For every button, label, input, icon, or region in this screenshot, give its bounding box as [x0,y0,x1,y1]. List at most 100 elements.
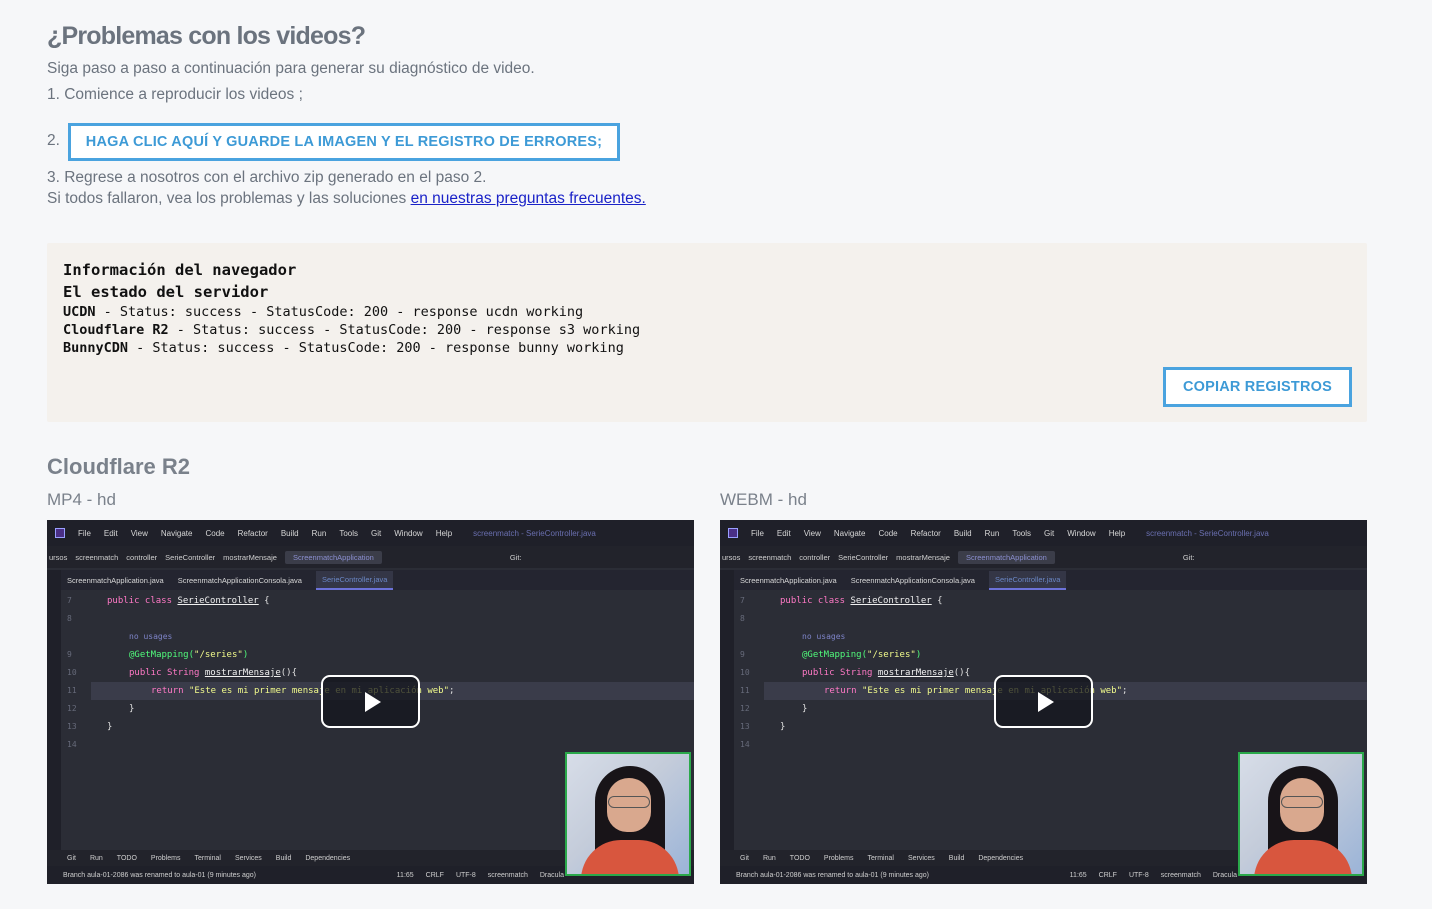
ide-tool-tab: Run [762,854,776,862]
ide-menu-item: Code [878,528,898,538]
ide-toolbar: ursos screenmatch controller SerieControlle… [720,546,1367,568]
browser-info-heading: Información del navegador [63,261,297,279]
ide-line-number: 7 [740,596,745,605]
ide-status-right: 11:65 CRLF UTF-8 screenmatch Dracula [1070,872,1237,879]
ide-tool-tab: Build [948,854,965,862]
ide-git-label: Git: [509,552,522,562]
ide-status-right: 11:65 CRLF UTF-8 screenmatch Dracula [397,872,564,879]
ide-status-message: Branch aula-01-2086 was renamed to aula-… [736,871,930,879]
server-status-heading: El estado del servidor [63,283,269,301]
intellij-logo-icon [728,528,738,538]
ide-file-tab: ScreenmatchApplicationConsola.java [177,575,302,585]
ide-line-number: 13 [67,722,77,731]
ide-git-label: Git: [1182,552,1195,562]
ide-menu-item: Git [371,528,382,538]
ide-menu-item: Edit [103,528,118,538]
ide-breadcrumb-item: controller [126,552,158,562]
video-player-mp4[interactable]: File Edit View Navigate Code Refactor Build Run… [47,520,694,884]
ide-menu-item: Code [205,528,225,538]
browser-info-panel: Información del navegador El estado del … [47,243,1367,422]
ide-line-number: 7 [67,596,72,605]
ide-tool-tab: Build [275,854,292,862]
ide-menu-item: View [130,528,148,538]
server-status: - Status: success - StatusCode: 200 - re… [95,304,584,320]
ide-breadcrumb-item: ursos [722,552,741,562]
ide-tool-tab: TODO [789,854,810,862]
ide-tool-tab: Dependencies [305,854,351,862]
ide-breadcrumb-item: ursos [49,552,68,562]
ide-line-number: 8 [67,614,72,623]
server-name: BunnyCDN [63,340,129,356]
ide-line-numbers: 7 8 9 10 11 12 13 14 [61,592,91,850]
ide-line-number: 13 [740,722,750,731]
cdn-section-title: Cloudflare R2 [47,454,191,479]
faq-link[interactable]: en nuestras preguntas frecuentes. [411,190,646,207]
ide-line-number [734,628,764,646]
server-status-row: Cloudflare R2 - Status: success - Status… [63,322,640,338]
ide-status-item: CRLF [425,871,444,879]
ide-status-item: Dracula [1212,871,1237,879]
ide-editor-tabs: ScreenmatchApplication.java ScreenmatchAp… [734,570,1367,590]
ide-line-number [61,628,91,646]
server-name: UCDN [63,304,96,320]
play-button[interactable] [321,675,420,728]
instructor-webcam [565,752,691,876]
ide-line-number: 10 [67,668,77,677]
ide-status-item: screenmatch [487,871,528,879]
intro-text: Siga paso a paso a continuación para gen… [47,60,535,77]
server-status: - Status: success - StatusCode: 200 - re… [168,322,641,338]
ide-side-panel [47,570,61,850]
ide-status-item: UTF-8 [455,871,476,879]
step-1-text: 1. Comience a reproducir los videos ; [47,86,303,103]
video-player-webm[interactable]: File Edit View Navigate Code Refactor Build Run… [720,520,1367,884]
ide-tool-tab: Terminal [194,854,221,862]
ide-tool-tab: Git [740,854,749,862]
ide-tool-tab: Problems [150,854,181,862]
ide-line-number: 8 [740,614,745,623]
video-label-mp4: MP4 - hd [47,490,116,509]
page-title: ¿Problemas con los videos? [47,22,366,50]
ide-tool-tab: Terminal [867,854,894,862]
ide-window-title: screenmatch - SerieController.java [473,528,596,538]
step-2-number: 2. [47,132,60,149]
ide-menu-item: Navigate [160,528,193,538]
ide-line-numbers: 7 8 9 10 11 12 13 14 [734,592,764,850]
ide-line-number: 11 [740,686,750,695]
ide-menu-item: Tools [1012,528,1031,538]
ide-menu-item: Build [280,528,299,538]
ide-breadcrumb-item: controller [799,552,831,562]
ide-run-config: ScreenmatchApplication [284,550,382,564]
server-status-row: BunnyCDN - Status: success - StatusCode:… [63,340,624,356]
copy-logs-button[interactable]: COPIAR REGISTROS [1163,367,1352,407]
faq-line: Si todos fallaron, vea los problemas y l… [47,190,646,208]
step-3-text: 3. Regrese a nosotros con el archivo zip… [47,169,487,186]
ide-toolbar: ursos screenmatch controller SerieControlle… [47,546,694,568]
ide-menu-item: Help [435,528,453,538]
ide-tool-tab: Problems [823,854,854,862]
ide-status-item: 11:65 [1069,871,1087,879]
ide-file-tab: ScreenmatchApplication.java [740,575,837,585]
ide-menu-item: Tools [339,528,358,538]
ide-file-tab: SerieController.java [988,570,1067,590]
ide-menu-item: File [78,528,91,538]
save-diagnostic-button[interactable]: HAGA CLIC AQUÍ Y GUARDE LA IMAGEN Y EL R… [68,123,620,161]
ide-line-number: 14 [740,740,750,749]
play-icon [364,691,381,712]
ide-tool-tab: Services [907,854,935,862]
server-status: - Status: success - StatusCode: 200 - re… [128,340,624,356]
ide-breadcrumb-item: screenmatch [75,552,119,562]
ide-tool-tab: TODO [116,854,137,862]
ide-menu-item: Run [311,528,327,538]
ide-breadcrumb-item: SerieController [165,552,216,562]
ide-line-number: 9 [67,650,72,659]
ide-run-config: ScreenmatchApplication [957,550,1055,564]
ide-tool-tab: Git [67,854,76,862]
play-button[interactable] [994,675,1093,728]
ide-menu-item: Run [984,528,1000,538]
ide-status-item: CRLF [1098,871,1117,879]
ide-file-tab: SerieController.java [315,570,394,590]
ide-menu-item: Build [953,528,972,538]
ide-menu-bar: File Edit View Navigate Code Refactor Build Run… [720,520,1367,546]
ide-breadcrumb-item: SerieController [838,552,889,562]
ide-menu-item: Refactor [237,528,268,538]
